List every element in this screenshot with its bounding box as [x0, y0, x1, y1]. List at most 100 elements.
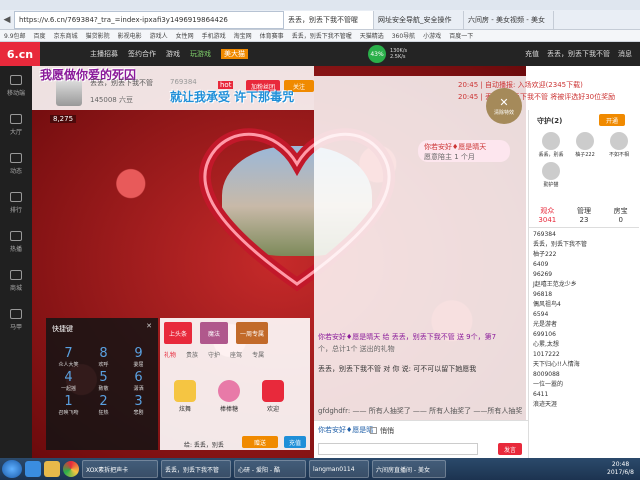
magic-badge[interactable]: 魔法	[200, 322, 228, 344]
guard-avatar[interactable]: 勤护猫	[535, 162, 567, 188]
sidebar-item-hall[interactable]: 大厅	[0, 105, 32, 144]
nav-item[interactable]: 游戏	[166, 49, 180, 59]
tab-1[interactable]: 网址安全导航_安全操作	[374, 10, 464, 29]
quick-key[interactable]: 1 召唤飞吻	[52, 394, 85, 416]
user-list-item[interactable]: 柚子222	[533, 250, 637, 259]
guard-avatar[interactable]: 不如不相	[603, 132, 635, 158]
user-list-item[interactable]: 一位一嚣的	[533, 380, 637, 389]
bookmark[interactable]: 京东商城	[54, 31, 78, 40]
user-list-item[interactable]: 浪迹天涯	[533, 400, 637, 409]
recharge-link[interactable]: 充值	[525, 49, 539, 59]
user-list-item[interactable]: 1017222	[533, 350, 637, 359]
quick-key[interactable]: 6 潇洒	[122, 370, 155, 392]
recharge-button[interactable]: 充值	[284, 436, 306, 448]
gift-item[interactable]: 欢迎	[262, 380, 284, 413]
sidebar-item-vest[interactable]: 马甲	[0, 300, 32, 339]
headline-badge[interactable]: 上头条	[164, 322, 192, 344]
chrome-icon[interactable]	[63, 461, 79, 477]
user-list-item[interactable]: 丢丢，别丢下我不管	[533, 240, 637, 249]
user-name[interactable]: 丢丢，别丢下我不管	[547, 49, 610, 59]
user-list-item[interactable]: 6409	[533, 260, 637, 269]
chat-input[interactable]	[318, 443, 478, 455]
user-list-item[interactable]: 769384	[533, 230, 637, 239]
bookmark[interactable]: 丢丢，别丢下我不管喔	[292, 31, 352, 40]
bookmark[interactable]: 百度一下	[449, 31, 473, 40]
quiet-checkbox[interactable]	[370, 427, 377, 434]
sidebar-item-shop[interactable]: 商城	[0, 261, 32, 300]
open-guard-button[interactable]: 开通	[599, 114, 625, 126]
tab-0[interactable]: 丢丢，别丢下我不管喔	[284, 10, 374, 29]
bookmark[interactable]: 体育赛事	[260, 31, 284, 40]
user-list-item[interactable]: 96269	[533, 270, 637, 279]
bookmark[interactable]: 手机游戏	[202, 31, 226, 40]
user-list-item[interactable]: 光是游者	[533, 320, 637, 329]
give-gift-button[interactable]: 赠送	[242, 436, 278, 448]
nav-item[interactable]: 签约合作	[128, 49, 156, 59]
back-icon[interactable]: ◀	[0, 15, 14, 25]
ie-icon[interactable]	[25, 461, 41, 477]
user-list-item[interactable]: 心累,太想	[533, 340, 637, 349]
gift-item[interactable]: 棒棒糖	[218, 380, 240, 413]
user-list-item[interactable]: 8009088	[533, 370, 637, 379]
user-list-item[interactable]: 天下归心!!人情海	[533, 360, 637, 369]
sidebar-item-hot[interactable]: 热播	[0, 222, 32, 261]
task-item[interactable]: XOX素拆把声卡	[82, 460, 158, 478]
user-list-item[interactable]: 6594	[533, 310, 637, 319]
bookmark[interactable]: 猫贷影院	[86, 31, 110, 40]
gift-tab[interactable]: 专属	[252, 350, 264, 359]
close-effect-button[interactable]: ✕ 清除特效	[486, 88, 522, 124]
message-link[interactable]: 消息	[618, 49, 632, 59]
bookmark[interactable]: 影视电影	[118, 31, 142, 40]
tab-treasure[interactable]: 房宝 0	[602, 206, 639, 227]
quick-key[interactable]: 8 欢呼	[87, 346, 120, 368]
gift-tab[interactable]: 守护	[208, 350, 220, 359]
user-list-item[interactable]: 96818	[533, 290, 637, 299]
bookmark[interactable]: 女性网	[176, 31, 194, 40]
bookmark[interactable]: 游戏人	[150, 31, 168, 40]
tab-audience[interactable]: 观众 3041	[529, 206, 566, 227]
bookmark[interactable]: 9.9包邮	[4, 31, 26, 40]
task-item[interactable]: 丢丢，别丢下我不管	[161, 460, 231, 478]
gift-recipient[interactable]: 给: 丢丢，别丢	[184, 440, 224, 449]
sidebar-item-mobile[interactable]: 移动端	[0, 66, 32, 105]
bookmark[interactable]: 淘宝网	[234, 31, 252, 40]
tab-admin[interactable]: 管理 23	[566, 206, 603, 227]
quick-key[interactable]: 7 众人大笑	[52, 346, 85, 368]
quick-key[interactable]: 2 狂热	[87, 394, 120, 416]
site-logo[interactable]: 6.cn	[0, 42, 40, 66]
guard-avatar[interactable]: 柚子222	[569, 132, 601, 158]
gift-tab[interactable]: 座驾	[230, 350, 242, 359]
quick-key[interactable]: 4 一起摇	[52, 370, 85, 392]
guard-avatar[interactable]: 丢丢，别丢	[535, 132, 567, 158]
bookmark[interactable]: 小游戏	[423, 31, 441, 40]
weekly-badge[interactable]: 一周专属	[236, 322, 268, 344]
anchor-avatar[interactable]	[56, 80, 82, 106]
start-button[interactable]	[2, 460, 22, 478]
task-item[interactable]: langman0114	[309, 460, 369, 478]
nav-item[interactable]: 美大猫	[221, 49, 248, 59]
address-bar[interactable]: https://v.6.cn/769384?_tra_=index-ipxafi…	[14, 10, 284, 29]
gift-tab[interactable]: 贵族	[186, 350, 198, 359]
task-item[interactable]: 六间房直播间 - 美女	[372, 460, 446, 478]
nav-item[interactable]: 玩游戏	[190, 49, 211, 59]
tab-2[interactable]: 六间房 - 美女视频 - 美女	[464, 10, 554, 29]
speed-badge[interactable]: 43%	[368, 45, 386, 63]
chat-target-user[interactable]: 你若安好♦愿是晴	[318, 425, 373, 435]
nav-item[interactable]: 主播招募	[90, 49, 118, 59]
sidebar-item-rank[interactable]: 排行	[0, 183, 32, 222]
quick-key[interactable]: 5 致敬	[87, 370, 120, 392]
url-text[interactable]: https://v.6.cn/769384?_tra_=index-ipxafi…	[19, 16, 228, 24]
user-list-item[interactable]: J赵嘻王范龙少乡	[533, 280, 637, 289]
quick-key[interactable]: 3 悲剧	[122, 394, 155, 416]
gift-item[interactable]: 炫舞	[174, 380, 196, 413]
user-list-item[interactable]: 6411	[533, 390, 637, 399]
close-icon[interactable]: ✕	[146, 322, 152, 330]
user-list-item[interactable]: 偶风祖鸟4	[533, 300, 637, 309]
bookmark[interactable]: 百度	[34, 31, 46, 40]
gift-tab[interactable]: 礼物	[164, 350, 176, 359]
folder-icon[interactable]	[44, 461, 60, 477]
sidebar-item-feed[interactable]: 动态	[0, 144, 32, 183]
user-list-item[interactable]: 699106	[533, 330, 637, 339]
song-banner[interactable]: 你若安好♦愿是晴天 愿意陪主 1 个月	[418, 140, 510, 162]
task-item[interactable]: 心研 - 爱阳 - 酷	[234, 460, 306, 478]
